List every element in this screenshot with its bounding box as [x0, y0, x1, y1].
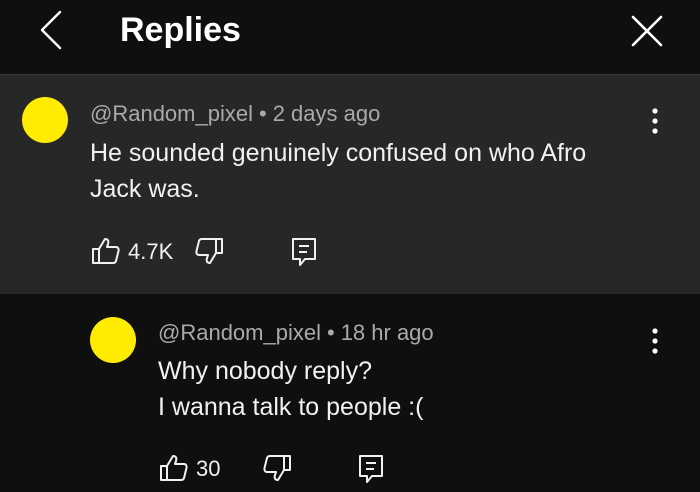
like-button[interactable]: [90, 235, 122, 267]
more-vertical-icon: [652, 108, 658, 134]
reply-comment-icon: [359, 455, 383, 483]
avatar[interactable]: [90, 317, 136, 363]
close-icon: [631, 15, 663, 47]
comment-text-line: Jack was.: [90, 175, 200, 203]
thumbs-up-icon: [160, 455, 188, 481]
back-button[interactable]: [34, 8, 74, 52]
comment-time: 2 days ago: [272, 101, 381, 126]
comment-text-line: I wanna talk to people :(: [158, 393, 424, 421]
dislike-button[interactable]: [193, 235, 225, 267]
more-options-button[interactable]: [643, 323, 667, 359]
avatar[interactable]: [22, 97, 68, 143]
close-button[interactable]: [626, 10, 668, 52]
meta-separator: •: [258, 101, 267, 126]
reply-comment: @Random_pixel • 18 hr ago Why nobody reply…: [0, 294, 700, 492]
thumbs-up-icon: [92, 238, 120, 264]
comment-text: Why nobody reply? I wanna talk to people…: [158, 353, 423, 425]
comment-author[interactable]: @Random_pixel: [90, 101, 253, 126]
dislike-button[interactable]: [261, 452, 293, 484]
replies-header: Replies: [0, 0, 700, 75]
thumbs-down-icon: [263, 455, 291, 481]
thumbs-down-icon: [195, 238, 223, 264]
like-button[interactable]: [158, 452, 190, 484]
comment-author[interactable]: @Random_pixel: [158, 320, 321, 345]
like-count: 4.7K: [128, 239, 174, 264]
more-vertical-icon: [652, 328, 658, 354]
like-count: 30: [196, 456, 221, 481]
meta-separator: •: [326, 320, 335, 345]
comment-text-line: He sounded genuinely confused on who Afr…: [90, 139, 587, 167]
comment-time: 18 hr ago: [340, 320, 434, 345]
reply-button[interactable]: [356, 452, 386, 484]
reply-comment-icon: [292, 238, 316, 266]
comment-text: He sounded genuinely confused on who Afr…: [90, 135, 586, 207]
chevron-left-icon: [40, 10, 62, 50]
reply-button[interactable]: [289, 235, 319, 267]
comment-meta: @Random_pixel • 2 days ago: [90, 101, 380, 127]
comment-meta: @Random_pixel • 18 hr ago: [158, 320, 434, 346]
parent-comment: @Random_pixel • 2 days ago He sounded genu…: [0, 75, 700, 294]
page-title: Replies: [120, 11, 241, 49]
more-options-button[interactable]: [643, 103, 667, 139]
comment-text-line: Why nobody reply?: [158, 357, 373, 385]
